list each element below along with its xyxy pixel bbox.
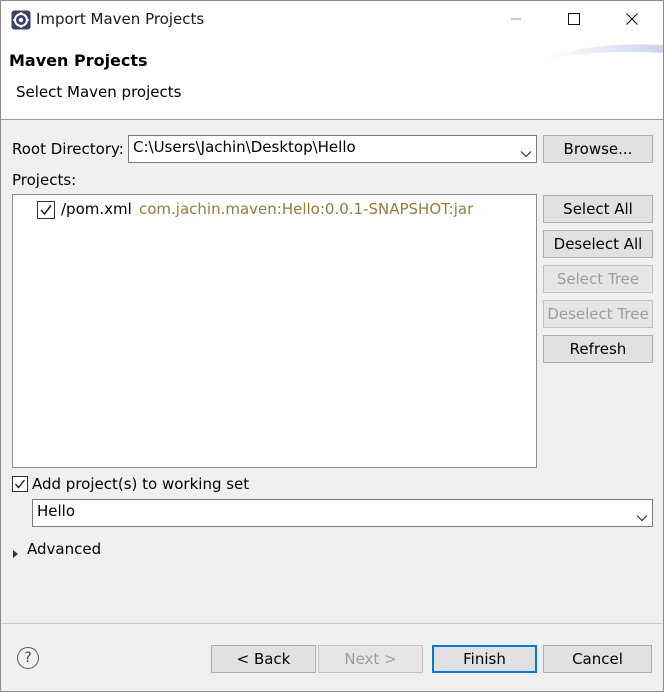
deselect-all-button[interactable]: Deselect All	[543, 230, 653, 258]
cancel-button[interactable]: Cancel	[543, 645, 652, 673]
tree-item[interactable]: /pom.xml com.jachin.maven:Hello:0.0.1-SN…	[37, 200, 507, 220]
working-set-value: Hello	[37, 502, 76, 520]
root-directory-label: Root Directory:	[12, 140, 124, 158]
chevron-down-icon[interactable]	[520, 144, 532, 158]
minimize-icon	[510, 11, 522, 29]
deselect-tree-button[interactable]: Deselect Tree	[543, 300, 653, 328]
advanced-label: Advanced	[27, 540, 102, 558]
help-icon[interactable]: ?	[17, 647, 39, 669]
root-directory-combo[interactable]: C:\Users\Jachin\Desktop\Hello	[128, 135, 537, 163]
maximize-icon	[568, 11, 580, 29]
import-maven-projects-dialog: Import Maven Projects Maven Projects Sel…	[0, 0, 664, 692]
pom-xml-checkbox[interactable]	[37, 201, 55, 219]
select-tree-button[interactable]: Select Tree	[543, 265, 653, 293]
close-button[interactable]	[609, 1, 655, 39]
projects-tree[interactable]: /pom.xml com.jachin.maven:Hello:0.0.1-SN…	[12, 194, 537, 468]
wizard-banner: Maven Projects Select Maven projects	[1, 39, 663, 120]
minimize-button[interactable]	[493, 1, 539, 39]
close-icon	[626, 11, 638, 29]
footer-separator	[1, 623, 663, 624]
banner-decoration	[523, 39, 663, 69]
project-name: /pom.xml	[61, 200, 132, 218]
caret-right-icon	[12, 545, 20, 563]
browse-button[interactable]: Browse...	[543, 135, 653, 163]
working-set-combo[interactable]: Hello	[32, 499, 653, 527]
select-all-button[interactable]: Select All	[543, 195, 653, 223]
next-button[interactable]: Next >	[318, 645, 423, 673]
projects-label: Projects:	[12, 171, 77, 189]
window-title: Import Maven Projects	[36, 10, 205, 28]
maximize-button[interactable]	[551, 1, 597, 39]
chevron-down-icon[interactable]	[636, 508, 648, 522]
advanced-expander[interactable]: Advanced	[12, 540, 112, 560]
root-directory-value: C:\Users\Jachin\Desktop\Hello	[133, 138, 356, 156]
working-set-checkbox[interactable]	[12, 476, 28, 492]
back-button[interactable]: < Back	[211, 645, 316, 673]
wizard-page-description: Select Maven projects	[16, 83, 182, 101]
eclipse-app-icon	[11, 10, 31, 30]
working-set-label[interactable]: Add project(s) to working set	[32, 475, 249, 493]
project-coordinates: com.jachin.maven:Hello:0.0.1-SNAPSHOT:ja…	[139, 200, 474, 218]
wizard-page-title: Maven Projects	[9, 51, 148, 70]
refresh-button[interactable]: Refresh	[543, 335, 653, 363]
title-bar[interactable]: Import Maven Projects	[1, 1, 663, 39]
finish-button[interactable]: Finish	[432, 645, 537, 673]
